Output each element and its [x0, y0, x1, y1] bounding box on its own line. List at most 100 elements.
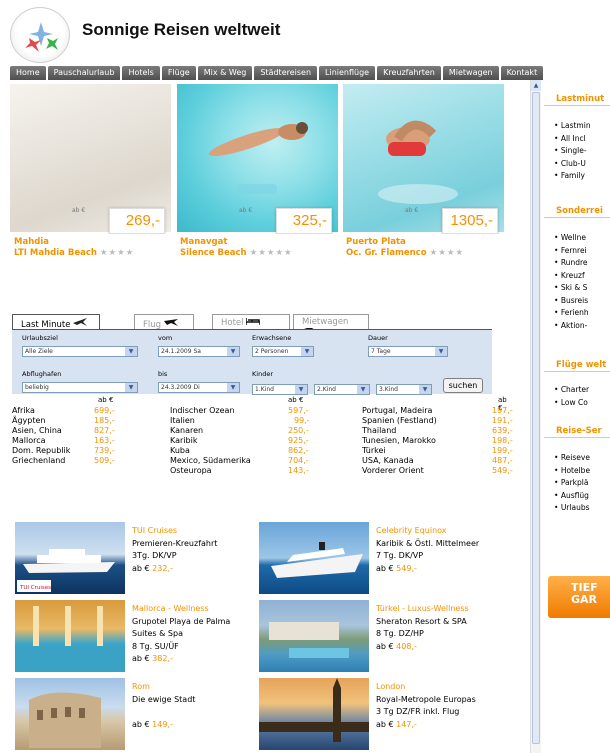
destination-row[interactable]: Italien 99,- [170, 416, 320, 426]
destination-row[interactable]: Kanaren 250,- [170, 426, 320, 436]
child3-select[interactable]: 3.Kind ▼ [376, 384, 432, 395]
destination-row[interactable]: Portugal, Madeira 197,- [362, 406, 513, 416]
destination-row[interactable]: Kuba 862,- [170, 446, 320, 456]
sidebar-link[interactable]: Hotelbe [554, 465, 590, 478]
to-date-select[interactable]: 24.3.2009 Di ▼ [158, 382, 240, 393]
sidebar-heading[interactable]: Sonderrei [544, 204, 610, 218]
child1-select[interactable]: 1.Kind ▼ [252, 384, 308, 395]
promo-card[interactable]: ab € 325,- [177, 84, 338, 234]
promo-card[interactable]: ab € 269,- [10, 84, 171, 234]
offer-card[interactable]: Türkei - Luxus-Wellness Sheraton Resort … [256, 600, 496, 672]
destination-select[interactable]: Alle Ziele ▼ [22, 346, 138, 357]
sidebar-link[interactable]: Ski & S [554, 282, 589, 295]
adults-value: 2 Personen [255, 348, 289, 355]
destination-row[interactable]: Mallorca 163,- [12, 436, 120, 446]
sidebar-link[interactable]: Parkplä [554, 477, 590, 490]
nav-tab-pauschalurlaub[interactable]: Pauschalurlaub [47, 66, 121, 80]
sidebar-link[interactable]: Ausflüg [554, 490, 590, 503]
tab-hotel[interactable]: Hotel [212, 314, 290, 329]
sidebar-link[interactable]: Busreis [554, 295, 589, 308]
scroll-up-icon[interactable]: ▲ [531, 80, 541, 91]
destination-row[interactable]: Karibik 925,- [170, 436, 320, 446]
sidebar-link[interactable]: Wellne [554, 232, 589, 245]
sidebar-link[interactable]: Single- [554, 145, 591, 158]
search-button[interactable]: suchen [443, 378, 483, 393]
offer-card[interactable]: Mallorca - Wellness Grupotel Playa de Pa… [12, 600, 252, 672]
offer-line: Suites & Spa [132, 629, 183, 638]
destination-row[interactable]: Indischer Ozean 597,- [170, 406, 320, 416]
promo-banner[interactable]: TIEF GAR [548, 576, 610, 618]
tab-flug[interactable]: Flug [134, 314, 194, 330]
site-logo[interactable] [10, 7, 70, 63]
duration-select[interactable]: 7 Tage ▼ [368, 346, 448, 357]
search-form: Urlaubsziel Alle Ziele ▼ vom 24.1.2009 Sa… [12, 329, 492, 395]
chevron-down-icon: ▼ [125, 347, 137, 356]
destination-row[interactable]: Griechenland 509,- [12, 456, 120, 466]
destination-name: Asien, China [12, 426, 62, 435]
nav-tab-linienfluege[interactable]: Linienflüge [319, 66, 376, 80]
sidebar-link[interactable]: Urlaubs [554, 502, 590, 515]
nav-tab-home[interactable]: Home [10, 66, 46, 80]
destination-name: Osteuropa [170, 466, 212, 475]
offer-line: Karibik & Östl. Mittelmeer [376, 538, 480, 548]
sidebar-link[interactable]: All Incl [554, 133, 591, 146]
destination-row[interactable]: Asien, China 827,- [12, 426, 120, 436]
adults-select[interactable]: 2 Personen ▼ [252, 346, 314, 357]
sidebar-link[interactable]: Aktion- [554, 320, 589, 333]
destination-row[interactable]: Tunesien, Marokko 198,- [362, 436, 513, 446]
sidebar-link[interactable]: Family [554, 170, 591, 183]
sidebar-link[interactable]: Lastmin [554, 120, 591, 133]
destination-row[interactable]: Ägypten 185,- [12, 416, 120, 426]
offer-card[interactable]: Celebrity Equinox Karibik & Östl. Mittel… [256, 522, 496, 594]
sidebar-heading[interactable]: Flüge welt [544, 358, 610, 372]
promo-caption[interactable]: Mahdia LTI Mahdia Beach ★★★★ [14, 237, 175, 259]
offer-line: Sheraton Resort & SPA [376, 616, 467, 626]
destination-row[interactable]: Mexico, Südamerika 704,- [170, 456, 320, 466]
nav-tab-staedtereisen[interactable]: Städtereisen [254, 66, 318, 80]
promo-caption[interactable]: Manavgat Silence Beach ★★★★★ [180, 237, 341, 259]
sidebar-heading[interactable]: Reise-Ser [544, 424, 610, 438]
nav-tab-fluege[interactable]: Flüge [161, 66, 196, 80]
sidebar-link[interactable]: Reiseve [554, 452, 590, 465]
destination-price: 704,- [288, 456, 309, 465]
destination-row[interactable]: Afrika 699,- [12, 406, 120, 416]
destination-row[interactable]: Türkei 199,- [362, 446, 513, 456]
sidebar-link[interactable]: Charter [554, 384, 589, 397]
sidebar-link[interactable]: Kreuzf [554, 270, 589, 283]
destination-row[interactable]: Thailand 639,- [362, 426, 513, 436]
rating-stars: ★★★★ [429, 248, 465, 258]
promo-caption[interactable]: Puerto Plata Oc. Gr. Flamenco ★★★★ [346, 237, 507, 259]
offer-price-prefix: ab € [132, 719, 150, 729]
sidebar-heading[interactable]: Lastminut [544, 92, 610, 106]
sidebar-link[interactable]: Ferienh [554, 307, 589, 320]
sidebar-link[interactable]: Fernrei [554, 245, 589, 258]
offer-card[interactable]: TUI Cruises TUI Cruises Premieren-Kreuzf… [12, 522, 252, 594]
offer-card[interactable]: Rom Die ewige Stadt ab € 149,- [12, 678, 252, 750]
destination-price: 185,- [94, 416, 115, 425]
vertical-scrollbar[interactable]: ▲ [530, 80, 541, 753]
tab-mietwagen[interactable]: Mietwagen [293, 314, 369, 336]
child2-select[interactable]: 2.Kind ▼ [314, 384, 370, 395]
destination-row[interactable]: Dom. Republik 739,- [12, 446, 120, 456]
sidebar-link[interactable]: Club-U [554, 158, 591, 171]
destination-name: Spanien (Festland) [362, 416, 437, 425]
destination-row[interactable]: Osteuropa 143,- [170, 466, 320, 476]
destination-row[interactable]: Vorderer Orient 549,- [362, 466, 513, 476]
offer-price: 149,- [152, 719, 173, 729]
destination-row[interactable]: Spanien (Festland) 191,- [362, 416, 513, 426]
nav-tab-kontakt[interactable]: Kontakt [500, 66, 544, 80]
sidebar-link[interactable]: Low Co [554, 397, 589, 410]
offer-card[interactable]: London Royal-Metropole Europas 3 Tg DZ/F… [256, 678, 496, 750]
offer-title: Mallorca - Wellness [132, 604, 209, 613]
airport-select[interactable]: beliebig ▼ [22, 382, 138, 393]
nav-tab-kreuzfahrten[interactable]: Kreuzfahrten [377, 66, 441, 80]
destination-row[interactable]: USA, Kanada 487,- [362, 456, 513, 466]
nav-tab-mietwagen[interactable]: Mietwagen [442, 66, 499, 80]
promo-card[interactable]: ab € 1305,- [343, 84, 504, 234]
sidebar-link[interactable]: Rundre [554, 257, 589, 270]
nav-tab-mix-weg[interactable]: Mix & Weg [197, 66, 253, 80]
tab-last-minute[interactable]: Last Minute [12, 314, 100, 330]
from-date-select[interactable]: 24.1.2009 Sa ▼ [158, 346, 240, 357]
nav-tab-hotels[interactable]: Hotels [122, 66, 160, 80]
scroll-thumb[interactable] [532, 92, 540, 744]
